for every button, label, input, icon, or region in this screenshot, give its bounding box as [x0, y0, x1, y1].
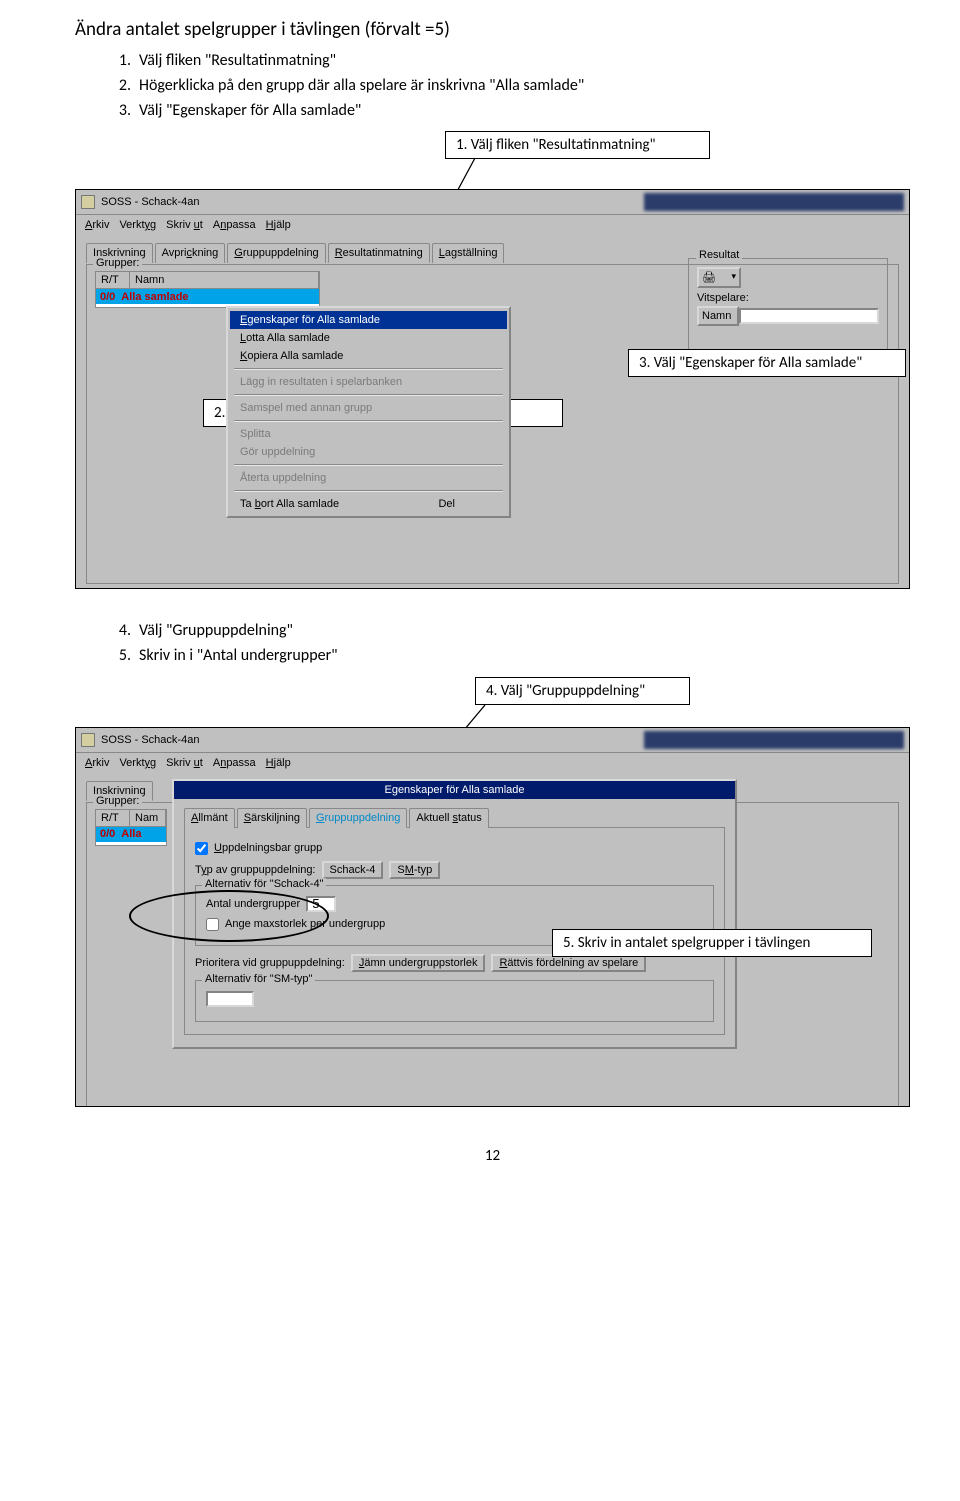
app-title-2: SOSS - Schack-4an — [101, 734, 199, 746]
grupper-legend-2: Grupper: — [93, 795, 142, 807]
printer-icon — [702, 272, 716, 284]
ctx-samspel: Samspel med annan grupp — [230, 399, 507, 417]
ctx-kopiera[interactable]: Kopiera Alla samlade — [230, 347, 507, 365]
ctx-egenskaper[interactable]: Egenskaper för Alla samlade — [230, 311, 507, 329]
dialog-title: Egenskaper för Alla samlade — [174, 781, 735, 799]
page-number: 12 — [75, 1147, 910, 1165]
ctx-ta-bort[interactable]: Ta bort Alla samladeDel — [230, 495, 507, 513]
mid-list: 4.Välj "Gruppuppdelning" 5.Skriv in i "A… — [113, 619, 910, 669]
callout-4: 4. Välj "Gruppuppdelning" — [475, 677, 690, 705]
app-title: SOSS - Schack-4an — [101, 196, 199, 208]
ctx-aterta: Återta uppdelning — [230, 469, 507, 487]
alt-smtyp-legend: Alternativ för "SM-typ" — [202, 973, 315, 985]
menu-arkiv-2[interactable]: Arkiv — [81, 756, 113, 770]
tab-lagstallning[interactable]: Lagställning — [432, 243, 505, 263]
typ-label: Typ av gruppuppdelning: — [195, 864, 316, 876]
menu-anpassa[interactable]: Anpassa — [209, 218, 260, 232]
intro-list: 1.Välj fliken "Resultatinmatning" 2.Höge… — [113, 49, 910, 123]
col-rt: R/T — [96, 272, 130, 288]
dlg-tab-allmant[interactable]: Allmänt — [184, 808, 235, 828]
menu-verktyg-2[interactable]: Verktyg — [115, 756, 160, 770]
row-alla-2[interactable]: 0/0 Alla — [96, 827, 166, 842]
prio-label: Prioritera vid gruppuppdelning: — [195, 957, 345, 969]
menu-hjalp-2[interactable]: Hjälp — [262, 756, 295, 770]
grupper-legend: Grupper: — [93, 257, 142, 269]
callout-3: 3. Välj "Egenskaper för Alla samlade" — [628, 349, 906, 377]
menu-skriv-ut[interactable]: Skriv ut — [162, 218, 207, 232]
resultat-legend: Resultat — [696, 249, 742, 261]
namn-label: Namn — [697, 306, 739, 326]
callout-1: 1. Välj fliken "Resultatinmatning" — [445, 131, 710, 159]
col-namn: Namn — [130, 272, 319, 288]
background-blur-title-2 — [644, 731, 904, 749]
page-title: Ändra antalet spelgrupper i tävlingen (f… — [75, 18, 910, 41]
menu-verktyg[interactable]: Verktyg — [115, 218, 160, 232]
uppdelningsbar-checkbox[interactable]: Uppdelningsbar grupp — [195, 842, 714, 855]
row-alla-samlade[interactable]: 0/0 Alla samlade — [96, 289, 319, 304]
tab-resultatinmatning[interactable]: Resultatinmatning — [328, 243, 430, 263]
vitspelare-label: Vitspelare: — [697, 292, 879, 304]
vitspelare-field[interactable] — [739, 308, 879, 324]
dlg-tab-sarskiljning[interactable]: Särskiljning — [237, 808, 307, 828]
ctx-lagg-in: Lägg in resultaten i spelarbanken — [230, 373, 507, 391]
print-dropdown[interactable] — [697, 267, 741, 288]
typ-btn-smtyp[interactable]: SM-typ — [389, 861, 440, 879]
menu-arkiv[interactable]: AArkivrkiv — [81, 218, 113, 232]
dlg-tab-aktuell[interactable]: Aktuell status — [409, 808, 488, 828]
soss-window: SOSS - Schack-4an AArkivrkiv Verktyg Skr… — [75, 189, 910, 589]
callout-5: 5. Skriv in antalet spelgrupper i tävlin… — [552, 929, 872, 957]
col-rt-2: R/T — [96, 810, 130, 826]
app-icon — [81, 195, 95, 209]
app-icon-2 — [81, 733, 95, 747]
background-blur-title — [644, 193, 904, 211]
typ-btn-schack4[interactable]: Schack-4 — [322, 861, 384, 879]
context-menu: Egenskaper för Alla samlade Lotta Alla s… — [226, 306, 511, 518]
col-namn-2: Nam — [130, 810, 166, 826]
smtyp-field[interactable] — [206, 991, 254, 1007]
prio-btn-jamn[interactable]: Jämn undergruppstorlek — [351, 954, 486, 972]
ctx-gor-uppdelning: Gör uppdelning — [230, 443, 507, 461]
alt-schack4-legend: Alternativ för "Schack-4" — [202, 878, 326, 890]
tab-gruppuppdelning[interactable]: Gruppuppdelning — [227, 243, 325, 263]
ctx-lotta[interactable]: Lotta Alla samlade — [230, 329, 507, 347]
tab-avprickning[interactable]: Avprickning — [155, 243, 226, 263]
menubar: AArkivrkiv Verktyg Skriv ut Anpassa Hjäl… — [76, 215, 909, 236]
dlg-tab-gruppuppdelning[interactable]: Gruppuppdelning — [309, 808, 407, 828]
menu-anpassa-2[interactable]: Anpassa — [209, 756, 260, 770]
menu-hjalp[interactable]: Hjälp — [262, 218, 295, 232]
menubar-2: Arkiv Verktyg Skriv ut Anpassa Hjälp — [76, 753, 909, 774]
oval-annotation — [129, 890, 329, 942]
ctx-splitta: Splitta — [230, 425, 507, 443]
menu-skriv-ut-2[interactable]: Skriv ut — [162, 756, 207, 770]
